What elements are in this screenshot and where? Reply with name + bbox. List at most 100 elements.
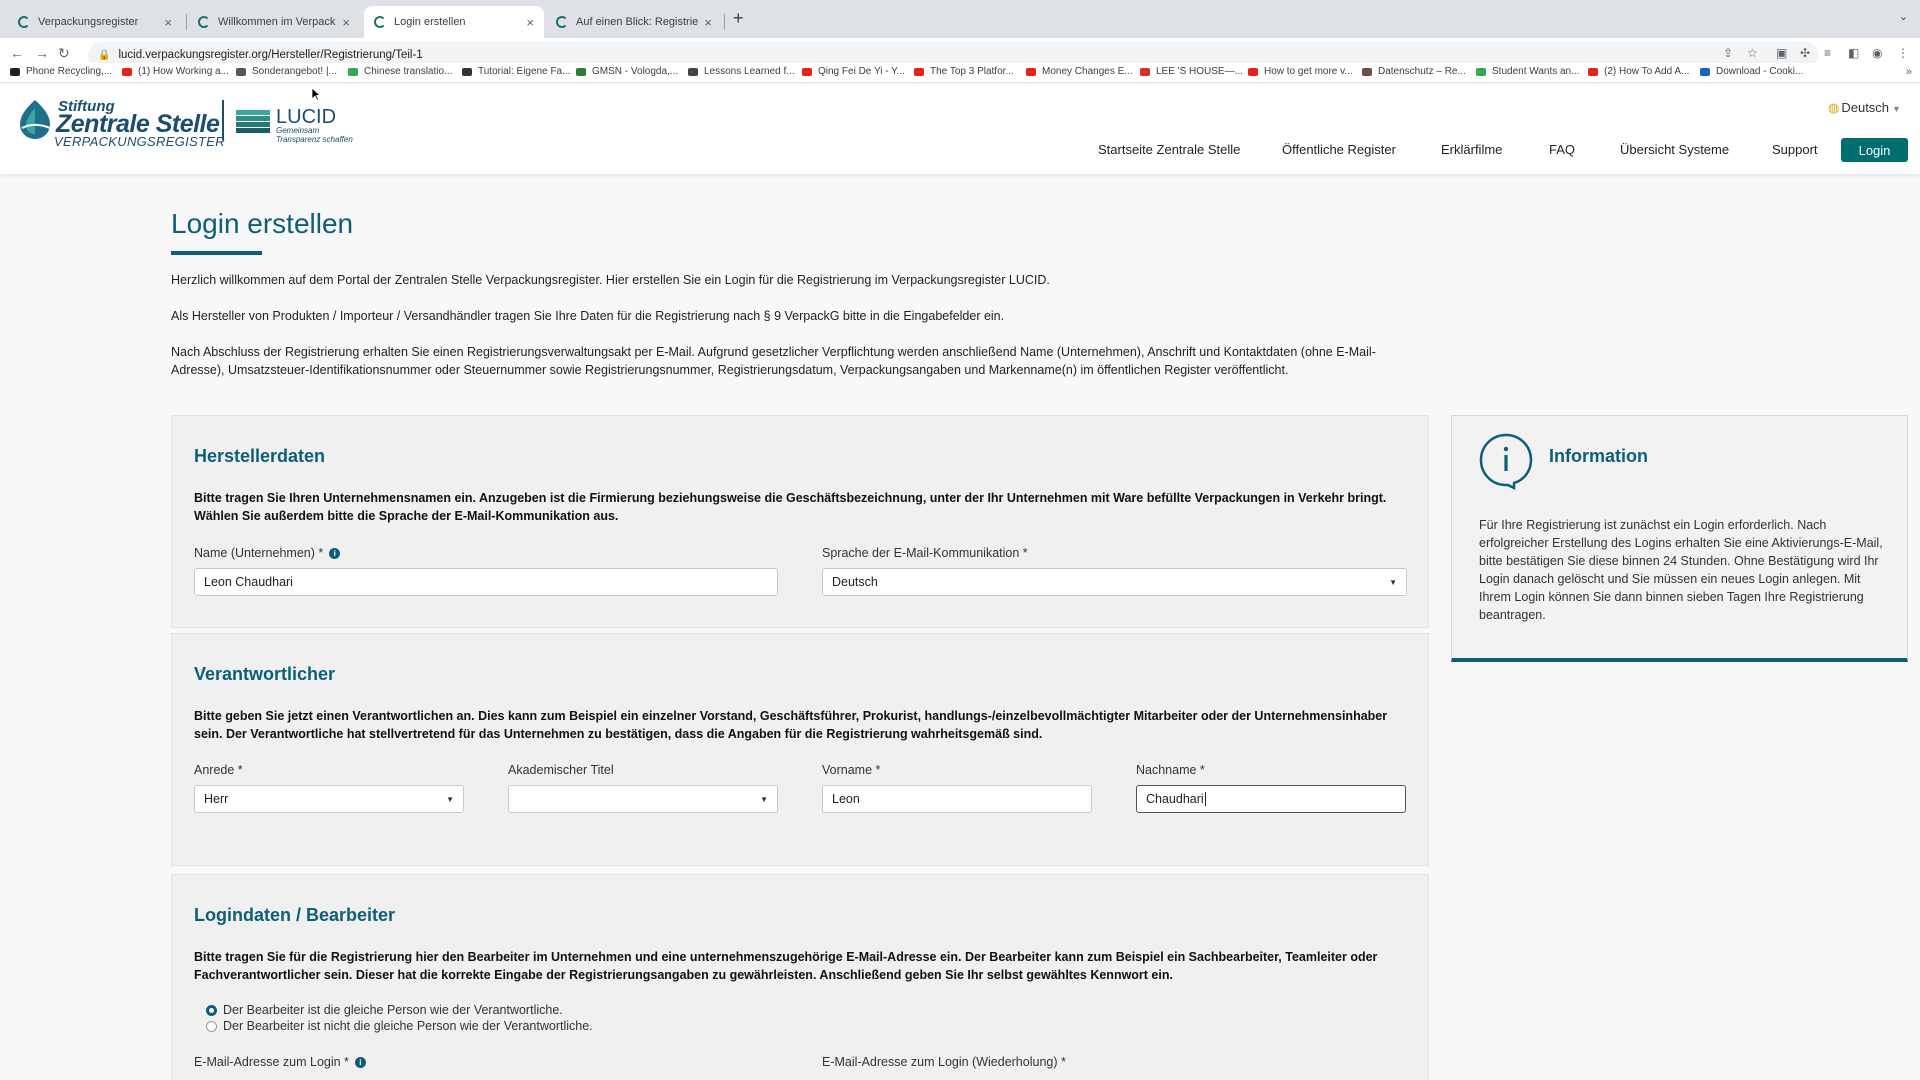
bookmark-item[interactable]: (2) How To Add A... — [1588, 66, 1689, 77]
email-language-select[interactable]: Deutsch ▼ — [822, 568, 1407, 596]
intro-paragraph: Herzlich willkommen auf dem Portal der Z… — [171, 273, 1050, 287]
site-favicon-icon — [556, 16, 568, 28]
radio-same-person[interactable]: Der Bearbeiter ist die gleiche Person wi… — [206, 1003, 563, 1017]
bookmark-item[interactable]: Download - Cooki... — [1700, 66, 1803, 77]
tab-title: Auf einen Blick: Registrierung — [576, 16, 699, 28]
anrede-select[interactable]: Herr ▼ — [194, 785, 464, 813]
bookmark-favicon-icon — [1476, 67, 1486, 76]
bookmark-label: Chinese translatio... — [364, 66, 453, 77]
triangle-down-icon: ▼ — [760, 795, 768, 804]
side-panel-icon[interactable]: ◧ — [1848, 46, 1859, 60]
company-name-label: Name (Unternehmen) * i — [194, 546, 341, 560]
close-tab-icon[interactable]: × — [526, 15, 534, 30]
bookmark-item[interactable]: Sonderangebot! |... — [236, 66, 337, 77]
bookmark-favicon-icon — [1700, 67, 1710, 76]
bookmark-favicon-icon — [688, 67, 698, 76]
profile-avatar-icon[interactable]: ◉ — [1872, 46, 1882, 60]
info-circle-icon[interactable]: i — [354, 1057, 366, 1069]
vorname-label: Vorname * — [822, 763, 881, 777]
section-title: Logindaten / Bearbeiter — [194, 905, 396, 925]
nav-uebersicht-systeme[interactable]: Übersicht Systeme — [1620, 142, 1729, 157]
info-circle-icon[interactable]: i — [329, 548, 341, 560]
browser-tab[interactable]: Auf einen Blick: Registrierung × — [546, 6, 722, 38]
bookmark-item[interactable]: How to get more v... — [1248, 66, 1353, 77]
reading-list-icon[interactable]: ≡ — [1824, 46, 1831, 60]
select-value: Deutsch — [832, 575, 878, 589]
page-title: Login erstellen — [171, 208, 354, 239]
share-icon[interactable]: ⇪ — [1723, 46, 1733, 60]
close-tab-icon[interactable]: × — [342, 15, 350, 30]
titel-label: Akademischer Titel — [508, 763, 614, 777]
new-tab-button[interactable]: + — [733, 8, 744, 29]
lock-icon[interactable]: 🔒 — [98, 50, 110, 61]
tab-search-icon[interactable]: ⌄ — [1899, 10, 1908, 23]
youtube-icon — [122, 67, 132, 76]
radio-label: Der Bearbeiter ist die gleiche Person wi… — [223, 1003, 563, 1017]
vorname-input[interactable]: Leon — [822, 785, 1092, 813]
reload-icon[interactable]: ↻ — [58, 45, 70, 62]
radio-button-selected[interactable] — [206, 1004, 217, 1016]
intro-paragraph: Als Hersteller von Produkten / Importeur… — [171, 309, 1005, 323]
bookmark-label: Datenschutz – Re... — [1378, 66, 1466, 77]
bookmark-item[interactable]: Qing Fei De Yi - Y... — [802, 66, 905, 77]
chevron-down-icon: ▼ — [1892, 104, 1901, 114]
section-herstellerdaten: Herstellerdaten Bitte tragen Sie Ihren U… — [171, 415, 1429, 628]
kebab-menu-icon[interactable]: ⋮ — [1897, 46, 1909, 60]
site-favicon-icon — [198, 16, 210, 28]
browser-tab[interactable]: Willkommen im Verpackungsre × — [188, 6, 360, 38]
lucid-logo-icon[interactable] — [236, 106, 272, 138]
bookmark-label: GMSN - Vologda,... — [592, 66, 679, 77]
nachname-label: Nachname * — [1136, 763, 1205, 777]
radio-button[interactable] — [206, 1020, 217, 1032]
input-value: Chaudhari — [1146, 792, 1204, 806]
titel-select[interactable]: ▼ — [508, 785, 778, 813]
back-arrow-icon[interactable]: ← — [10, 45, 24, 61]
nav-support[interactable]: Support — [1772, 142, 1818, 157]
label-text: E-Mail-Adresse zum Login * — [194, 1055, 349, 1069]
label-text: Name (Unternehmen) * — [194, 546, 324, 560]
close-tab-icon[interactable]: × — [164, 15, 172, 30]
site-favicon-icon — [18, 16, 30, 28]
information-panel: Information Für Ihre Registrierung ist z… — [1451, 415, 1908, 662]
bookmark-star-icon[interactable]: ☆ — [1747, 46, 1758, 60]
bookmark-item[interactable]: GMSN - Vologda,... — [576, 66, 678, 77]
bookmark-item[interactable]: Tutorial: Eigene Fa... — [462, 66, 570, 77]
bookmark-item[interactable]: Phone Recycling,... — [10, 66, 112, 77]
email-language-label: Sprache der E-Mail-Kommunikation * — [822, 546, 1028, 560]
bookmark-item[interactable]: The Top 3 Platfor... — [914, 66, 1014, 77]
more-bookmarks-icon[interactable]: » — [1906, 66, 1912, 78]
language-selector[interactable]: ◍ Deutsch ▼ — [1828, 100, 1901, 116]
site-header: Stiftung Zentrale Stelle VERPACKUNGSREGI… — [0, 84, 1920, 174]
section-description: Bitte tragen Sie Ihren Unternehmensnamen… — [194, 491, 1387, 523]
bookmark-label: Qing Fei De Yi - Y... — [818, 66, 905, 77]
nav-faq[interactable]: FAQ — [1549, 142, 1575, 157]
browser-tab-active[interactable]: Login erstellen × — [364, 6, 544, 38]
bookmark-item[interactable]: Student Wants an... — [1476, 66, 1579, 77]
logo-text-verpackungsregister: VERPACKUNGSREGISTER — [54, 134, 225, 149]
nav-startseite[interactable]: Startseite Zentrale Stelle — [1098, 142, 1240, 157]
hashtag-icon — [462, 67, 472, 76]
nav-erklaerfilme[interactable]: Erklärfilme — [1441, 142, 1502, 157]
nachname-input[interactable]: Chaudhari — [1136, 785, 1406, 813]
youtube-icon — [1588, 67, 1598, 76]
nav-oeffentliche-register[interactable]: Öffentliche Register — [1282, 142, 1396, 157]
bookmark-label: Download - Cooki... — [1716, 66, 1804, 77]
browser-tab[interactable]: Verpackungsregister × — [8, 6, 182, 38]
bookmark-item[interactable]: Money Changes E... — [1026, 66, 1133, 77]
zentrale-stelle-logo-icon[interactable] — [16, 98, 54, 140]
bookmark-item[interactable]: (1) How Working a... — [122, 66, 229, 77]
extension-icon[interactable]: ▣ — [1776, 46, 1787, 60]
radio-other-person[interactable]: Der Bearbeiter ist nicht die gleiche Per… — [206, 1019, 593, 1033]
puzzle-icon[interactable]: ✣ — [1800, 46, 1810, 60]
close-tab-icon[interactable]: × — [704, 15, 712, 30]
forward-arrow-icon[interactable]: → — [35, 45, 49, 61]
bookmark-item[interactable]: Chinese translatio... — [348, 66, 452, 77]
bookmark-item[interactable]: LEE 'S HOUSE—... — [1140, 66, 1243, 77]
bookmark-item[interactable]: Lessons Learned f... — [688, 66, 795, 77]
bookmarks-bar: Phone Recycling,... (1) How Working a...… — [0, 63, 1920, 83]
youtube-icon — [914, 67, 924, 76]
globe-icon: ◍ — [1828, 100, 1840, 115]
company-name-input[interactable]: Leon Chaudhari — [194, 568, 778, 596]
bookmark-item[interactable]: Datenschutz – Re... — [1362, 66, 1466, 77]
login-button[interactable]: Login — [1841, 138, 1908, 162]
